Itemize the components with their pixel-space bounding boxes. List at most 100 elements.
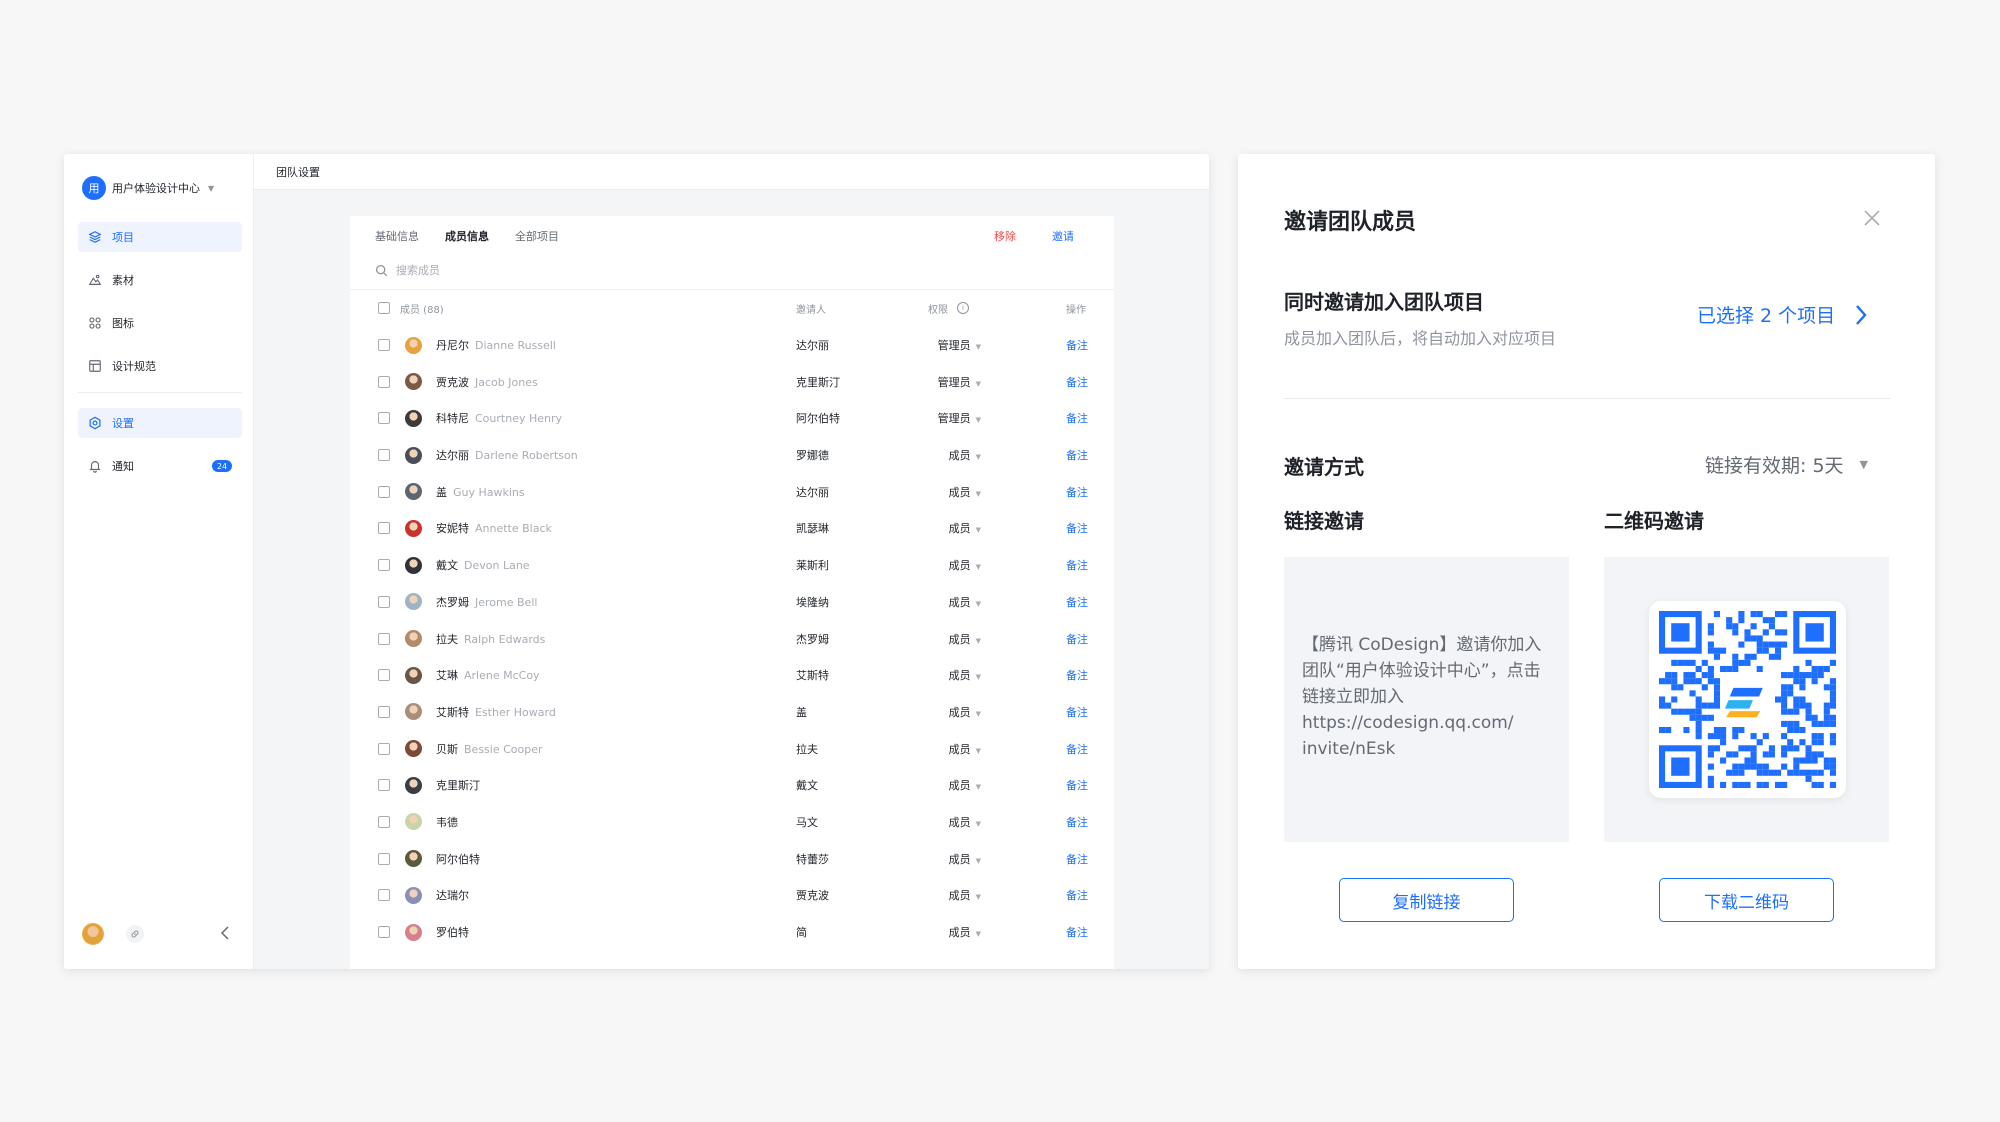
role-select[interactable]: 管理员 ▼ <box>921 337 981 353</box>
tab-all-projects[interactable]: 全部项目 <box>515 228 559 244</box>
note-button[interactable]: 备注 <box>1066 520 1088 536</box>
invite-link-text[interactable]: 【腾讯 CoDesign】邀请你加入团队“用户体验设计中心”，点击链接立即加入 … <box>1284 557 1569 842</box>
note-button[interactable]: 备注 <box>1066 741 1088 757</box>
sidebar-item-design-spec[interactable]: 设计规范 <box>78 351 242 381</box>
row-checkbox[interactable] <box>378 559 390 572</box>
role-select[interactable]: 成员 ▼ <box>921 520 981 536</box>
member-name: 戴文 Devon Lane <box>436 557 530 573</box>
note-button[interactable]: 备注 <box>1066 704 1088 720</box>
role-select[interactable]: 成员 ▼ <box>921 594 981 610</box>
invite-button[interactable]: 邀请 <box>1052 228 1074 244</box>
member-name: 盖 Guy Hawkins <box>436 484 525 500</box>
role-value: 成员 <box>948 449 971 463</box>
row-checkbox[interactable] <box>378 705 390 718</box>
role-select[interactable]: 成员 ▼ <box>921 484 981 500</box>
note-button[interactable]: 备注 <box>1066 667 1088 683</box>
divider <box>1284 398 1890 399</box>
row-checkbox[interactable] <box>378 485 390 498</box>
avatar <box>405 850 422 868</box>
copy-link-button[interactable]: 复制链接 <box>1339 878 1514 922</box>
row-checkbox[interactable] <box>378 815 390 828</box>
role-value: 成员 <box>948 889 971 903</box>
user-avatar[interactable] <box>82 923 104 945</box>
note-button[interactable]: 备注 <box>1066 777 1088 793</box>
note-button[interactable]: 备注 <box>1066 924 1088 940</box>
download-qr-button[interactable]: 下载二维码 <box>1659 878 1834 922</box>
row-checkbox[interactable] <box>378 595 390 608</box>
sidebar-item-icons[interactable]: 图标 <box>78 308 242 338</box>
member-english-name: Ralph Edwards <box>464 632 546 646</box>
note-button[interactable]: 备注 <box>1066 484 1088 500</box>
tab-member-info[interactable]: 成员信息 <box>445 228 489 244</box>
sidebar-item-notifications[interactable]: 通知 24 <box>78 451 242 481</box>
member-name: 丹尼尔 Dianne Russell <box>436 337 556 353</box>
role-select[interactable]: 成员 ▼ <box>921 777 981 793</box>
link-expiry-select[interactable]: 链接有效期: 5天 ▼ <box>1705 451 1868 478</box>
note-button[interactable]: 备注 <box>1066 557 1088 573</box>
role-select[interactable]: 成员 ▼ <box>921 557 981 573</box>
table-row: 拉夫 Ralph Edwards 杰罗姆 成员 ▼ 备注 <box>350 620 1114 657</box>
note-button[interactable]: 备注 <box>1066 851 1088 867</box>
role-select[interactable]: 成员 ▼ <box>921 814 981 830</box>
row-checkbox[interactable] <box>378 339 390 352</box>
table-row: 杰罗姆 Jerome Bell 埃隆纳 成员 ▼ 备注 <box>350 584 1114 621</box>
row-checkbox[interactable] <box>378 449 390 462</box>
role-select[interactable]: 管理员 ▼ <box>921 410 981 426</box>
row-checkbox[interactable] <box>378 669 390 682</box>
caret-down-icon: ▼ <box>975 599 981 608</box>
note-button[interactable]: 备注 <box>1066 447 1088 463</box>
role-select[interactable]: 成员 ▼ <box>921 924 981 940</box>
column-members: 成员 (88) <box>400 304 444 316</box>
page-title: 团队设置 <box>254 154 1209 190</box>
member-chinese-name: 达瑞尔 <box>436 889 469 903</box>
row-checkbox[interactable] <box>378 926 390 939</box>
note-button[interactable]: 备注 <box>1066 374 1088 390</box>
close-icon[interactable] <box>1858 204 1886 232</box>
member-inviter: 特蕾莎 <box>796 852 829 866</box>
row-checkbox[interactable] <box>378 742 390 755</box>
selected-projects-link[interactable]: 已选择 2 个项目 <box>1697 301 1869 328</box>
tab-basic-info[interactable]: 基础信息 <box>375 228 419 244</box>
row-checkbox[interactable] <box>378 889 390 902</box>
role-select[interactable]: 成员 ▼ <box>921 887 981 903</box>
note-button[interactable]: 备注 <box>1066 337 1088 353</box>
sidebar-item-materials[interactable]: 素材 <box>78 265 242 295</box>
note-button[interactable]: 备注 <box>1066 631 1088 647</box>
table-row: 贾克波 Jacob Jones 克里斯汀 管理员 ▼ 备注 <box>350 363 1114 400</box>
role-select[interactable]: 成员 ▼ <box>921 741 981 757</box>
member-name: 科特尼 Courtney Henry <box>436 410 562 426</box>
role-select[interactable]: 成员 ▼ <box>921 447 981 463</box>
row-checkbox[interactable] <box>378 632 390 645</box>
row-checkbox[interactable] <box>378 779 390 792</box>
sidebar-item-settings[interactable]: 设置 <box>78 408 242 438</box>
role-select[interactable]: 成员 ▼ <box>921 667 981 683</box>
sidebar-item-projects[interactable]: 项目 <box>78 222 242 252</box>
note-button[interactable]: 备注 <box>1066 410 1088 426</box>
select-all-checkbox[interactable] <box>378 302 390 315</box>
role-value: 成员 <box>948 522 971 536</box>
table-row: 达瑞尔 贾克波 成员 ▼ 备注 <box>350 877 1114 914</box>
member-name: 阿尔伯特 <box>436 851 480 867</box>
remove-button[interactable]: 移除 <box>994 228 1016 244</box>
note-button[interactable]: 备注 <box>1066 887 1088 903</box>
collapse-sidebar-icon[interactable] <box>214 922 236 944</box>
row-checkbox[interactable] <box>378 852 390 865</box>
role-select[interactable]: 成员 ▼ <box>921 704 981 720</box>
row-checkbox[interactable] <box>378 522 390 535</box>
note-button[interactable]: 备注 <box>1066 594 1088 610</box>
row-checkbox[interactable] <box>378 412 390 425</box>
caret-down-icon: ▼ <box>975 416 981 425</box>
role-select[interactable]: 管理员 ▼ <box>921 374 981 390</box>
sidebar-item-label: 设计规范 <box>112 360 156 373</box>
avatar <box>405 813 422 831</box>
note-button[interactable]: 备注 <box>1066 814 1088 830</box>
role-select[interactable]: 成员 ▼ <box>921 851 981 867</box>
caret-down-icon: ▼ <box>975 930 981 939</box>
info-icon[interactable]: i <box>957 302 969 315</box>
link-icon[interactable] <box>126 925 144 943</box>
team-switcher[interactable]: 用 用户体验设计中心 ▼ <box>82 175 214 201</box>
row-checkbox[interactable] <box>378 375 390 388</box>
sync-projects-subtitle: 成员加入团队后，将自动加入对应项目 <box>1284 329 1557 348</box>
search-input[interactable] <box>396 263 696 277</box>
role-select[interactable]: 成员 ▼ <box>921 631 981 647</box>
